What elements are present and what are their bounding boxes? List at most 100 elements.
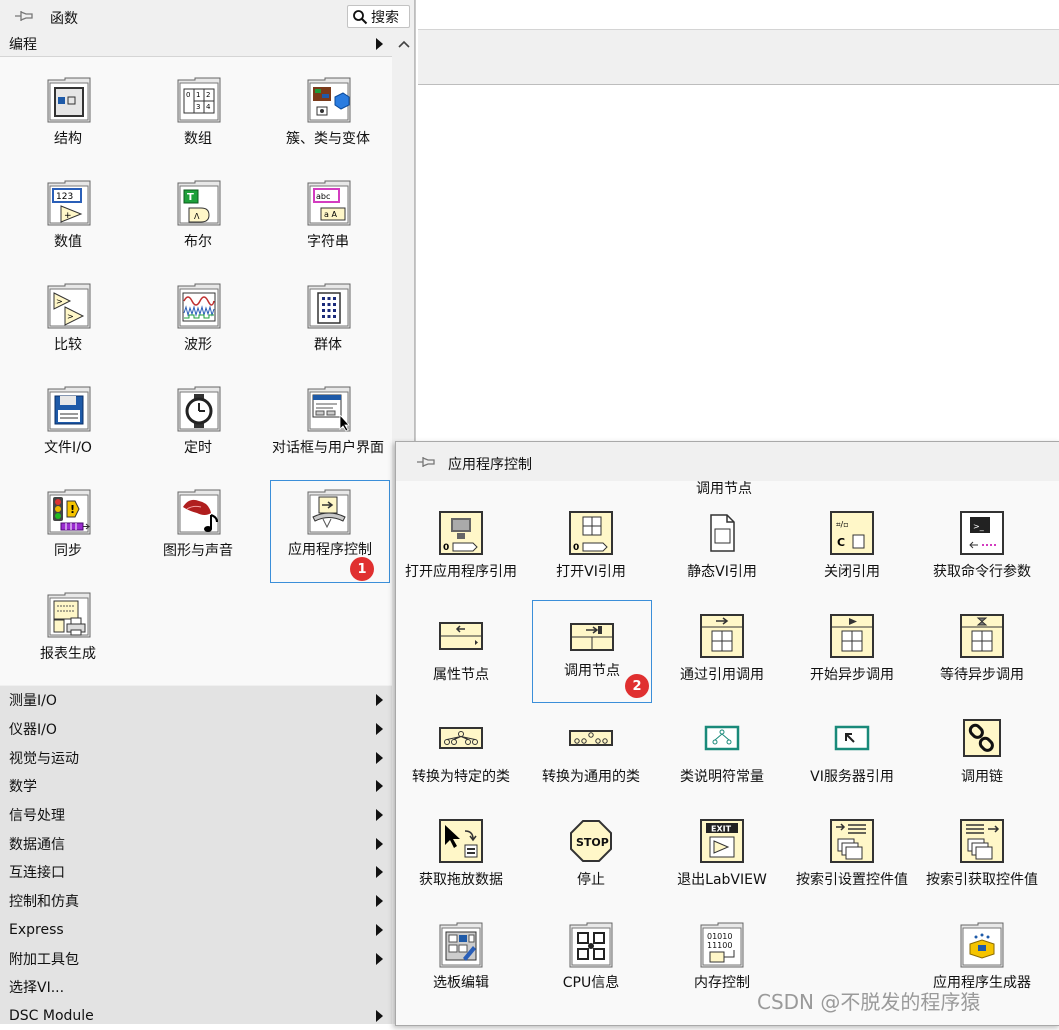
category-dsc-module[interactable]: DSC Module bbox=[0, 1002, 392, 1030]
subpalette-item-class-specifier-constant[interactable]: 类说明符常量 bbox=[657, 694, 787, 796]
application-control-subpalette: 应用程序控制 调用节点 0 打开应用程序引用 0 打开VI引用 静态VI引用 ⌗… bbox=[395, 441, 1059, 1026]
block-diagram-toolbar bbox=[418, 29, 1059, 57]
palette-item-timing[interactable]: 定时 bbox=[133, 366, 263, 468]
palette-item-report-generation[interactable]: 报表生成 bbox=[3, 572, 133, 674]
subpalette-item-start-async-call[interactable]: 开始异步调用 bbox=[787, 592, 917, 694]
category-programming[interactable]: 编程 bbox=[0, 31, 392, 57]
palette-item-label: 簇、类与变体 bbox=[286, 131, 370, 147]
svg-text:abc: abc bbox=[316, 192, 330, 201]
cpu-info-icon bbox=[569, 922, 613, 968]
close-reference-icon: ⌗/▫ C bbox=[830, 511, 874, 555]
subpalette-item-vi-server-reference[interactable]: VI服务器引用 bbox=[787, 694, 917, 796]
svg-text:>: > bbox=[56, 297, 63, 306]
palette-item-array[interactable]: 012 34 数组 bbox=[133, 57, 263, 159]
subpalette-item-stop[interactable]: STOP 停止 bbox=[526, 797, 656, 899]
svg-text:01010: 01010 bbox=[707, 932, 732, 941]
set-control-value-icon bbox=[830, 819, 874, 863]
memory-control-icon: 01010 11100 bbox=[700, 922, 744, 968]
palette-item-label: 群体 bbox=[314, 337, 342, 353]
subpalette-item-to-more-specific-class[interactable]: 转换为特定的类 bbox=[396, 694, 526, 796]
palette-item-cluster-class-variant[interactable]: 簇、类与变体 bbox=[263, 57, 393, 159]
start-async-call-icon bbox=[830, 614, 874, 658]
subpalette-item-get-control-value[interactable]: 按索引获取控件值 bbox=[917, 797, 1047, 899]
category-mathematics[interactable]: 数学 bbox=[0, 772, 392, 801]
thumbtack-icon[interactable] bbox=[14, 8, 34, 24]
palette-item-structures[interactable]: 结构 bbox=[3, 57, 133, 159]
expand-arrow-icon bbox=[376, 895, 383, 908]
palette-item-label: 图形与声音 bbox=[163, 543, 233, 559]
palette-item-label: 定时 bbox=[184, 440, 212, 456]
subpalette-item-to-more-generic-class[interactable]: 转换为通用的类 bbox=[526, 694, 656, 796]
svg-text:0: 0 bbox=[443, 543, 449, 553]
expand-arrow-icon bbox=[376, 837, 383, 850]
subpalette-item-palette-editing[interactable]: 选板编辑 bbox=[396, 900, 526, 1002]
svg-text:a A: a A bbox=[324, 210, 337, 219]
palette-item-comparison[interactable]: > > 比较 bbox=[3, 263, 133, 365]
subpalette-item-set-control-value[interactable]: 按索引设置控件值 bbox=[787, 797, 917, 899]
palette-item-waveform[interactable]: 波形 bbox=[133, 263, 263, 365]
palette-item-label: 数组 bbox=[184, 131, 212, 147]
category-label: 选择VI... bbox=[9, 980, 65, 997]
search-button[interactable]: 搜索 bbox=[347, 5, 410, 28]
subpalette-item-label: 退出LabVIEW bbox=[677, 872, 767, 888]
palette-item-string[interactable]: abc a A 字符串 bbox=[263, 160, 393, 262]
subpalette-item-call-chain[interactable]: 调用链 bbox=[917, 694, 1047, 796]
palette-item-graphics-sound[interactable]: 图形与声音 bbox=[133, 469, 263, 571]
watermark: CSDN @不脱发的程序猿 bbox=[757, 990, 981, 1014]
class-specifier-constant-icon bbox=[704, 725, 740, 751]
category-data-communication[interactable]: 数据通信 bbox=[0, 829, 392, 858]
category-label: 视觉与运动 bbox=[9, 750, 79, 767]
svg-text:Λ: Λ bbox=[194, 212, 200, 221]
category-express[interactable]: Express bbox=[0, 916, 392, 945]
invoke-node-icon bbox=[570, 623, 614, 651]
scroll-up-button[interactable] bbox=[394, 31, 414, 57]
subpalette-item-label: CPU信息 bbox=[562, 975, 620, 991]
category-vision-motion[interactable]: 视觉与运动 bbox=[0, 743, 392, 772]
category-label: 信号处理 bbox=[9, 808, 65, 825]
palette-item-label: 报表生成 bbox=[40, 646, 96, 662]
subpalette-item-call-by-reference[interactable]: 通过引用调用 bbox=[657, 592, 787, 694]
category-select-vi[interactable]: 选择VI... bbox=[0, 973, 392, 1002]
expand-arrow-icon bbox=[376, 809, 383, 822]
category-addons[interactable]: 附加工具包 bbox=[0, 944, 392, 973]
subpalette-item-wait-async-call[interactable]: 等待异步调用 bbox=[917, 592, 1047, 694]
subpalette-item-close-reference[interactable]: ⌗/▫ C 关闭引用 bbox=[787, 489, 917, 591]
subpalette-item-open-vi-reference[interactable]: 0 打开VI引用 bbox=[526, 489, 656, 591]
palette-item-dialog-ui[interactable]: 对话框与用户界面 bbox=[263, 366, 393, 468]
subpalette-title: 应用程序控制 bbox=[448, 457, 532, 473]
block-diagram-toolbar-secondary bbox=[418, 56, 1059, 85]
subpalette-item-static-vi-reference[interactable]: 静态VI引用 bbox=[657, 489, 787, 591]
subpalette-item-label: 等待异步调用 bbox=[940, 667, 1024, 683]
to-more-specific-class-icon bbox=[439, 727, 483, 749]
thumbtack-icon[interactable] bbox=[416, 454, 436, 470]
palette-item-label: 数值 bbox=[54, 234, 82, 250]
dialog-ui-icon bbox=[307, 386, 351, 432]
subpalette-item-label: 静态VI引用 bbox=[687, 564, 757, 580]
palette-item-file-io[interactable]: 文件I/O bbox=[3, 366, 133, 468]
svg-text:!: ! bbox=[70, 503, 75, 516]
palette-item-synchronization[interactable]: ! 同步 bbox=[3, 469, 133, 571]
expand-arrow-icon bbox=[376, 694, 383, 707]
programming-palette-grid: 结构 012 34 数组 簇、类与变体 123 + 数值 T Λ 布尔 abc … bbox=[0, 57, 392, 685]
category-signal-processing[interactable]: 信号处理 bbox=[0, 801, 392, 830]
category-instrument-io[interactable]: 仪器I/O bbox=[0, 715, 392, 744]
palette-item-numeric[interactable]: 123 + 数值 bbox=[3, 160, 133, 262]
subpalette-item-cpu-info[interactable]: CPU信息 bbox=[526, 900, 656, 1002]
palette-item-label: 结构 bbox=[54, 131, 82, 147]
palette-item-boolean[interactable]: T Λ 布尔 bbox=[133, 160, 263, 262]
subpalette-item-command-line-args[interactable]: >_ 获取命令行参数 bbox=[917, 489, 1047, 591]
subpalette-item-label: 打开应用程序引用 bbox=[405, 564, 517, 580]
svg-text:>_: >_ bbox=[973, 522, 985, 531]
palette-editing-icon bbox=[439, 922, 483, 968]
subpalette-item-open-app-reference[interactable]: 0 打开应用程序引用 bbox=[396, 489, 526, 591]
subpalette-item-quit-labview[interactable]: EXIT 退出LabVIEW bbox=[657, 797, 787, 899]
subpalette-item-property-node[interactable]: 属性节点 bbox=[396, 592, 526, 694]
palette-item-collection[interactable]: 群体 bbox=[263, 263, 393, 365]
category-connectivity[interactable]: 互连接口 bbox=[0, 858, 392, 887]
timing-icon bbox=[177, 386, 221, 432]
subpalette-header: 应用程序控制 bbox=[396, 442, 1059, 481]
category-control-simulation[interactable]: 控制和仿真 bbox=[0, 887, 392, 916]
subpalette-item-get-drag-drop-data[interactable]: 获取拖放数据 bbox=[396, 797, 526, 899]
static-vi-reference-icon bbox=[710, 514, 735, 552]
category-measurement-io[interactable]: 测量I/O bbox=[0, 686, 392, 715]
